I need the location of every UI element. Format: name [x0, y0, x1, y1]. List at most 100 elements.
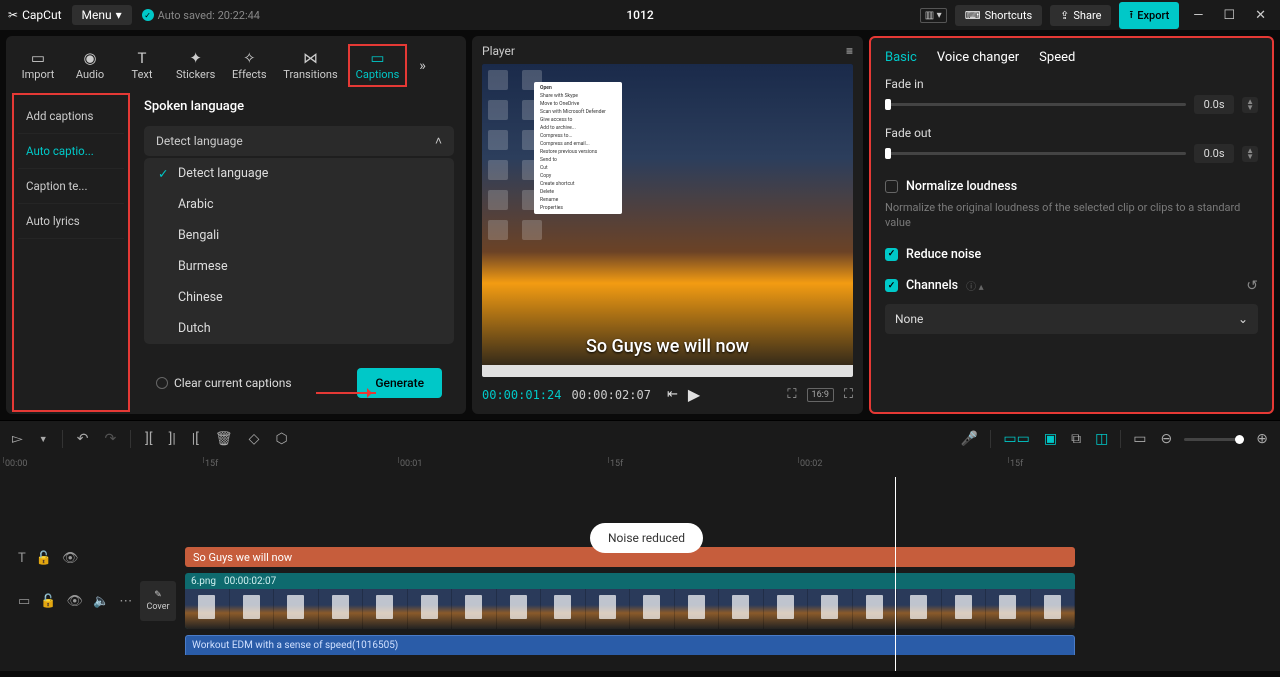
sidebar-item-auto-captions[interactable]: Auto captio...: [18, 134, 124, 169]
fade-in-slider[interactable]: [885, 103, 1186, 106]
player-header: Player ≡: [482, 44, 853, 58]
video-clip[interactable]: 6.png 00:00:02:07: [185, 573, 1075, 629]
tab-transitions-label: Transitions: [283, 68, 337, 81]
scale-icon[interactable]: ⛶: [787, 387, 796, 402]
normalize-label: Normalize loudness: [906, 179, 1017, 194]
lock-icon[interactable]: 🔓: [36, 551, 52, 566]
tab-stickers[interactable]: ✦ Stickers: [170, 46, 221, 85]
audio-clip[interactable]: Workout EDM with a sense of speed(101650…: [185, 635, 1075, 655]
cover-button[interactable]: ✎ Cover: [140, 581, 176, 621]
menu-button[interactable]: Menu ▾: [72, 5, 132, 25]
mask-tool[interactable]: ⬡: [273, 429, 289, 449]
lang-option-detect[interactable]: Detect language: [144, 158, 454, 189]
stickers-icon: ✦: [186, 50, 206, 66]
tab-import[interactable]: ▭ Import: [14, 46, 62, 85]
playhead[interactable]: [895, 477, 896, 671]
timeline-body[interactable]: Noise reduced T 🔓 👁 So Guys we will now …: [0, 477, 1280, 671]
tab-text[interactable]: T Text: [118, 46, 166, 85]
preview-mode-tool[interactable]: ▭: [1131, 429, 1148, 449]
fade-in-value[interactable]: 0.0s: [1194, 95, 1234, 114]
sidebar-item-auto-lyrics[interactable]: Auto lyrics: [18, 204, 124, 239]
normalize-toggle[interactable]: Normalize loudness: [885, 179, 1258, 194]
lang-option-arabic[interactable]: Arabic: [144, 189, 454, 220]
delete-tool[interactable]: 🗑: [213, 429, 235, 449]
tab-captions[interactable]: ▭ Captions: [348, 44, 408, 87]
fade-out-slider[interactable]: [885, 152, 1186, 155]
selection-dropdown[interactable]: ▼: [37, 432, 50, 447]
tab-speed[interactable]: Speed: [1039, 50, 1075, 65]
top-bar: ✂ CapCut Menu ▾ ✓ Auto saved: 20:22:44 1…: [0, 0, 1280, 30]
channels-toggle[interactable]: Channels ⓘ ▴ ↺: [885, 278, 1258, 294]
tab-audio-label: Audio: [76, 68, 104, 81]
lang-option-chinese[interactable]: Chinese: [144, 282, 454, 313]
tab-basic[interactable]: Basic: [885, 50, 917, 65]
video-track-icon: ▭: [18, 594, 30, 609]
clear-captions-toggle[interactable]: Clear current captions: [156, 376, 292, 390]
split-left-tool[interactable]: ]|: [167, 429, 178, 449]
tab-transitions[interactable]: ⋈ Transitions: [277, 46, 343, 85]
reset-icon[interactable]: ↺: [1246, 278, 1258, 294]
player-controls: 00:00:01:24 00:00:02:07 ⇤ ▶ ⛶ 16:9 ⛶: [482, 377, 853, 406]
split-tool[interactable]: ][: [143, 429, 154, 449]
shortcuts-button[interactable]: ⌨ Shortcuts: [955, 5, 1042, 26]
play-button[interactable]: ▶: [688, 385, 700, 404]
check-icon: ✓: [142, 9, 154, 21]
reduce-noise-toggle[interactable]: Reduce noise: [885, 247, 1258, 262]
zoom-in-button[interactable]: ⊕: [1254, 429, 1270, 449]
fade-out-stepper[interactable]: ▲▼: [1242, 146, 1258, 162]
crop-tool[interactable]: ◇: [247, 429, 262, 449]
share-button[interactable]: ⇪ Share: [1050, 5, 1111, 26]
fade-in-stepper[interactable]: ▲▼: [1242, 97, 1258, 113]
channels-select[interactable]: None ⌄: [885, 304, 1258, 334]
split-right-tool[interactable]: |[: [190, 429, 201, 449]
player-menu-icon[interactable]: ≡: [846, 44, 853, 58]
zoom-out-button[interactable]: ⊖: [1159, 429, 1175, 449]
language-dropdown[interactable]: Detect language Arabic Bengali Burmese C…: [144, 158, 454, 344]
minimize-button[interactable]: —: [1187, 8, 1209, 23]
normalize-section: Normalize loudness Normalize the origina…: [885, 179, 1258, 231]
tab-effects[interactable]: ✧ Effects: [225, 46, 273, 85]
redo-button[interactable]: ↷: [102, 429, 118, 449]
aspect-ratio-badge[interactable]: 16:9: [807, 388, 834, 402]
eye-icon[interactable]: 👁: [66, 594, 83, 609]
link-preview-tool[interactable]: ▣: [1042, 429, 1059, 449]
tab-voice-changer[interactable]: Voice changer: [937, 50, 1019, 65]
tab-audio[interactable]: ◉ Audio: [66, 46, 114, 85]
menu-label: Menu: [82, 8, 112, 22]
spoken-language-label: Spoken language: [144, 99, 454, 114]
eye-icon[interactable]: 👁: [62, 551, 79, 566]
timeline: ▻ ▼ ↶ ↷ ][ ]| |[ 🗑 ◇ ⬡ 🎤 ▭▭ ▣ ⧉ ◫ ▭ ⊖ ⊕ …: [0, 420, 1280, 671]
chevron-down-icon: ⌄: [1238, 312, 1248, 326]
selection-tool[interactable]: ▻: [10, 429, 25, 449]
language-select[interactable]: Detect language ˄: [144, 126, 454, 156]
lang-option-burmese[interactable]: Burmese: [144, 251, 454, 282]
export-button[interactable]: ⭱ Export: [1119, 2, 1179, 29]
zoom-slider[interactable]: [1184, 438, 1244, 441]
lang-option-bengali[interactable]: Bengali: [144, 220, 454, 251]
layout-icon[interactable]: ▥ ▾: [920, 8, 947, 23]
prev-frame-button[interactable]: ⇤: [667, 387, 678, 402]
undo-button[interactable]: ↶: [75, 429, 91, 449]
mic-tool[interactable]: 🎤: [959, 429, 980, 449]
preview-caption-text: So Guys we will now: [586, 336, 749, 357]
timeline-ruler[interactable]: 00:00 15f 00:01 15f 00:02 15f: [0, 457, 1280, 477]
magnet-tool[interactable]: ▭▭: [1001, 429, 1031, 449]
player-viewport[interactable]: OpenShare with SkypeMove to OneDriveScan…: [482, 64, 853, 377]
keyboard-icon: ⌨: [965, 9, 981, 22]
tab-text-label: Text: [132, 68, 153, 81]
preview-taskbar: [482, 365, 853, 377]
snap-tool[interactable]: ◫: [1093, 429, 1110, 449]
lock-icon[interactable]: 🔓: [40, 594, 56, 609]
mute-icon[interactable]: 🔈: [93, 594, 109, 609]
more-icon[interactable]: ⋯: [119, 594, 132, 609]
right-panel-body: Fade in 0.0s ▲▼ Fade out 0.0s ▲▼ No: [871, 73, 1272, 408]
more-tabs-button[interactable]: »: [411, 54, 434, 78]
fullscreen-button[interactable]: ⛶: [844, 387, 853, 402]
maximize-button[interactable]: ☐: [1217, 8, 1241, 23]
sidebar-item-caption-templates[interactable]: Caption te...: [18, 169, 124, 204]
close-button[interactable]: ✕: [1249, 8, 1272, 23]
link-tool[interactable]: ⧉: [1069, 429, 1083, 449]
fade-out-value[interactable]: 0.0s: [1194, 144, 1234, 163]
sidebar-item-add-captions[interactable]: Add captions: [18, 99, 124, 134]
lang-option-dutch[interactable]: Dutch: [144, 313, 454, 344]
